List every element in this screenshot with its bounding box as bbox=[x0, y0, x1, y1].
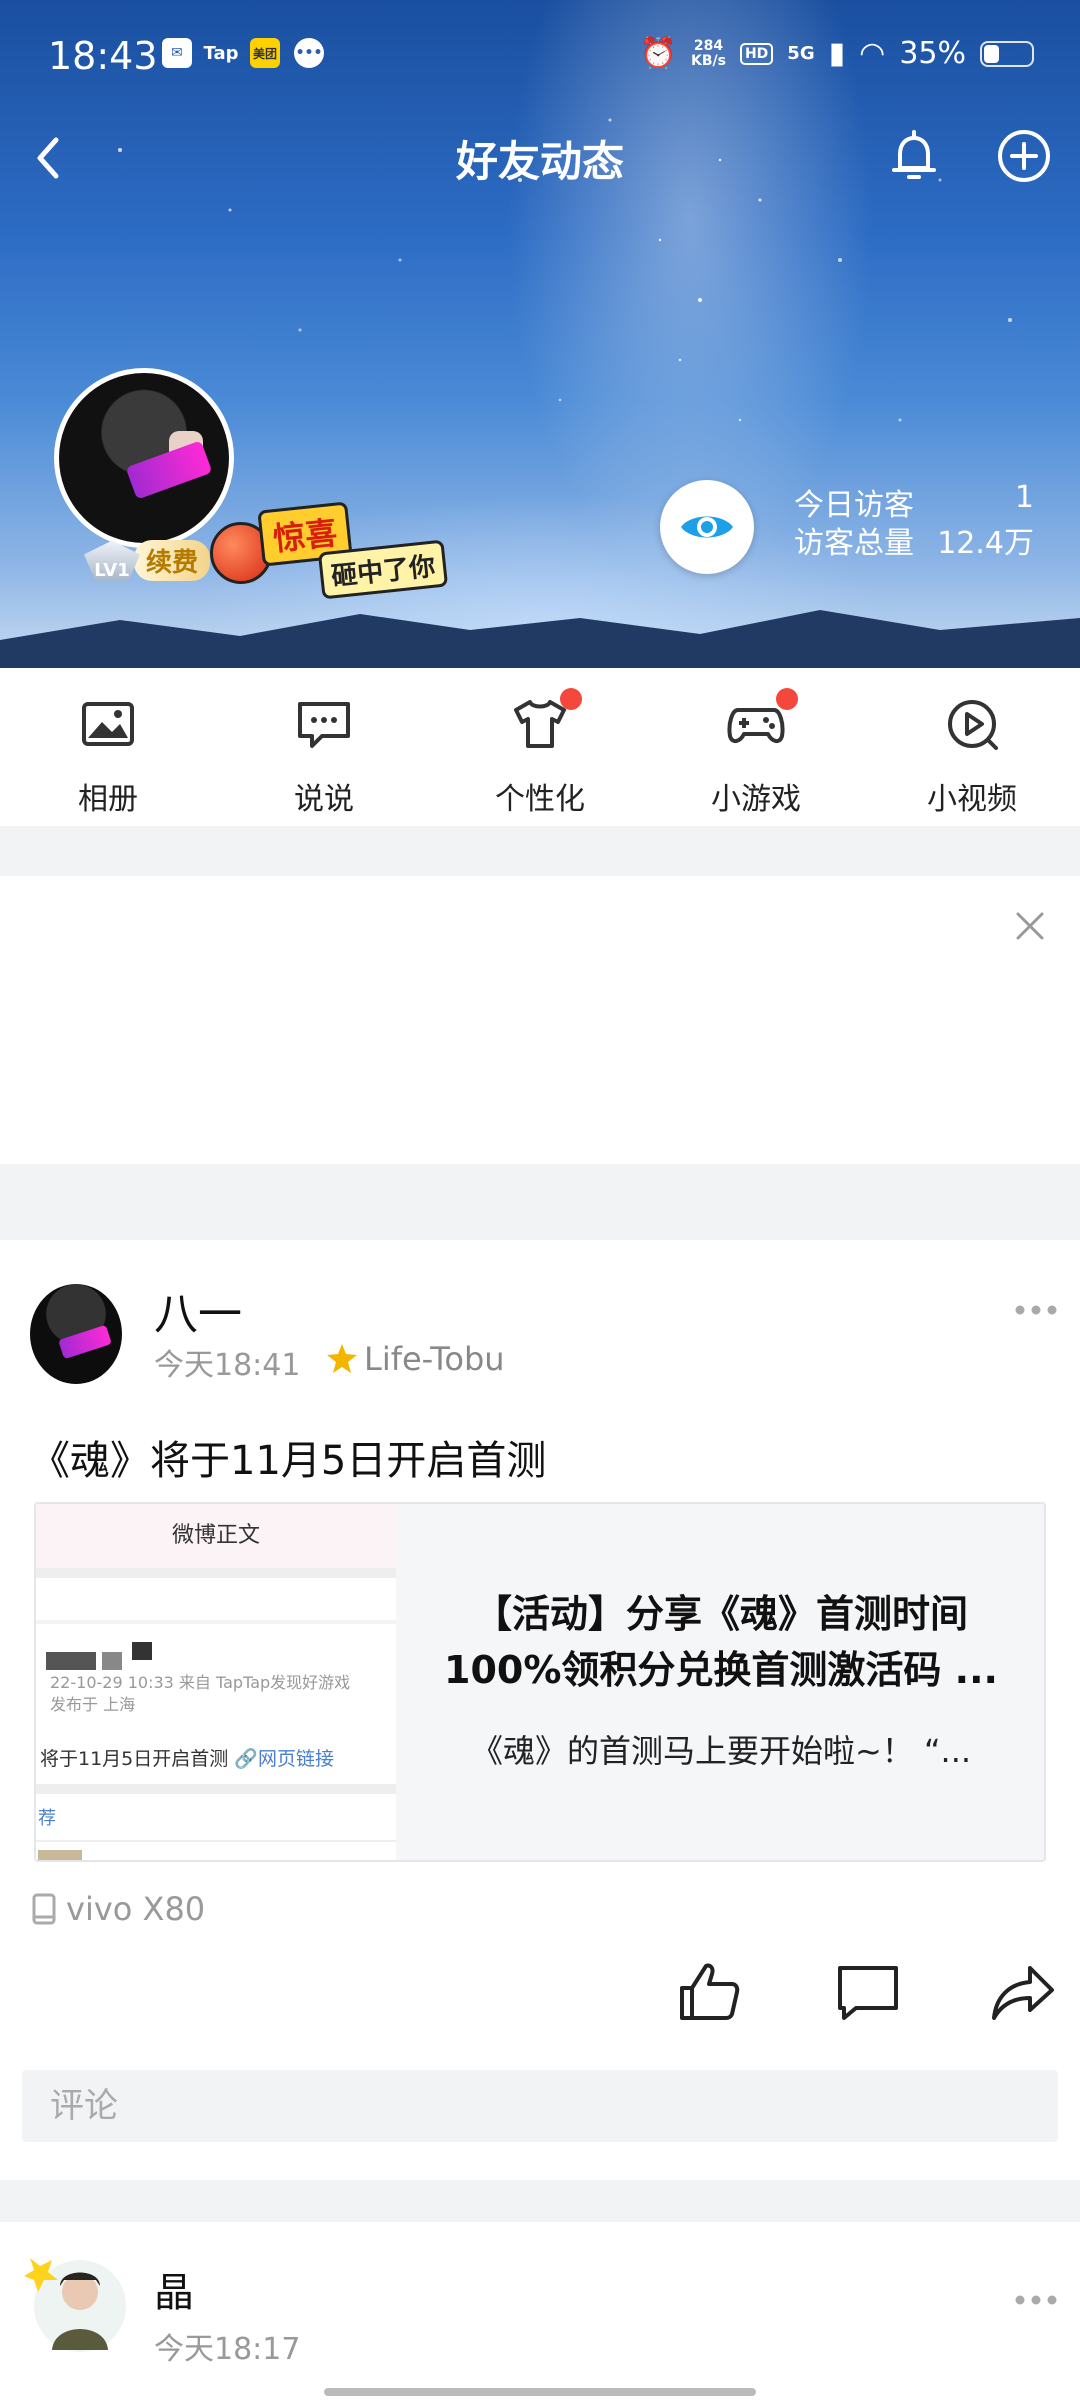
device-label: vivo X80 bbox=[30, 1890, 205, 1928]
author-avatar[interactable] bbox=[24, 2246, 128, 2356]
feed-post: 八一 今天18:41 Life-Tobu 《魂》将于11月5日开启首测 微博正文… bbox=[0, 1240, 1080, 2180]
add-circle-icon[interactable] bbox=[992, 124, 1056, 188]
star-icon bbox=[327, 1344, 357, 1373]
post-time: 今天18:41 bbox=[154, 1348, 301, 1383]
surprise-banner[interactable]: 惊喜 砸中了你 bbox=[200, 500, 470, 600]
taptap-icon: Tap bbox=[203, 42, 239, 64]
clock: 18:43 bbox=[48, 34, 158, 78]
message-bubble-icon bbox=[298, 702, 350, 748]
quick-item-short-video[interactable]: 小视频 bbox=[892, 692, 1052, 818]
quick-menu: 相册 说说 个性化 小游戏 小视频 bbox=[0, 668, 1080, 826]
vip-level-badge[interactable]: LV1 续费 bbox=[84, 540, 211, 581]
battery-icon bbox=[980, 40, 1034, 67]
ad-slot bbox=[0, 876, 1080, 1164]
post-text: 《魂》将于11月5日开启首测 bbox=[30, 1438, 547, 1484]
more-options-icon[interactable] bbox=[1014, 2290, 1058, 2310]
meituan-icon: 美团 bbox=[250, 38, 280, 68]
signal-5g-icon: 5G bbox=[787, 43, 815, 64]
level-diamond: LV1 bbox=[84, 540, 140, 581]
close-icon[interactable] bbox=[1010, 906, 1050, 946]
notification-dot bbox=[776, 688, 798, 710]
home-indicator[interactable] bbox=[324, 2388, 756, 2396]
eye-icon[interactable] bbox=[660, 480, 754, 574]
comment-icon[interactable] bbox=[834, 1958, 902, 2026]
visitors-total: 访客总量 12.4万 bbox=[794, 526, 1034, 561]
link-title: 【活动】分享《魂》首测时间100%领积分兑换首测激活码 ... bbox=[444, 1592, 998, 1692]
notification-icons: ✉ Tap 美团 ••• bbox=[162, 38, 324, 68]
renew-label: 续费 bbox=[134, 540, 211, 581]
hd-icon: HD bbox=[739, 42, 774, 65]
phone-icon bbox=[32, 1893, 56, 1925]
feed-post: 晶 今天18:17 bbox=[0, 2222, 1080, 2400]
share-arrow-icon[interactable] bbox=[990, 1958, 1058, 2026]
more-options-icon[interactable] bbox=[1014, 1300, 1058, 1320]
author-name[interactable]: 晶 bbox=[154, 2260, 194, 2318]
shared-link-card[interactable]: 微博正文 22-10-29 10:33 来自 TapTap发现好游戏 发布于 上… bbox=[34, 1502, 1046, 1862]
quick-item-album[interactable]: 相册 bbox=[28, 692, 188, 818]
author-avatar[interactable] bbox=[30, 1284, 122, 1384]
network-speed: 284 KB/s bbox=[690, 37, 726, 69]
quick-item-shuoshuo[interactable]: 说说 bbox=[244, 692, 404, 818]
link-description: 《魂》的首测马上要开始啦~！ “... bbox=[470, 1732, 972, 1770]
chat-icon: ••• bbox=[294, 38, 324, 68]
mail-icon: ✉ bbox=[162, 38, 192, 68]
like-thumb-icon[interactable] bbox=[676, 1958, 744, 2026]
post-time: 今天18:17 bbox=[154, 2332, 301, 2367]
play-video-icon bbox=[948, 700, 998, 750]
system-indicators: ⏰ 284 KB/s HD 5G ▮ ◠ 35% bbox=[640, 36, 1034, 71]
comment-input[interactable]: 评论 bbox=[22, 2070, 1058, 2142]
author-tag[interactable]: Life-Tobu bbox=[324, 1340, 505, 1378]
link-thumbnail: 微博正文 22-10-29 10:33 来自 TapTap发现好游戏 发布于 上… bbox=[36, 1504, 396, 1860]
battery-percent: 35% bbox=[899, 36, 966, 71]
bell-icon[interactable] bbox=[882, 124, 946, 188]
alarm-icon: ⏰ bbox=[639, 36, 677, 71]
author-name[interactable]: 八一 bbox=[154, 1278, 242, 1342]
quick-item-minigames[interactable]: 小游戏 bbox=[676, 688, 836, 818]
nav-bar: 好友动态 bbox=[0, 110, 1080, 200]
status-bar: 18:43 ✉ Tap 美团 ••• ⏰ 284 KB/s HD 5G ▮ ◠ … bbox=[0, 0, 1080, 110]
visitor-stats[interactable]: 今日访客 1 访客总量 12.4万 bbox=[660, 470, 1060, 580]
profile-cover: 18:43 ✉ Tap 美团 ••• ⏰ 284 KB/s HD 5G ▮ ◠ … bbox=[0, 0, 1080, 668]
signal-bars-icon: ▮ bbox=[828, 36, 846, 71]
notification-dot bbox=[560, 688, 582, 710]
photo-album-icon bbox=[82, 702, 134, 746]
mountain-silhouette bbox=[0, 610, 1080, 668]
wifi-icon: ◠ bbox=[859, 36, 886, 71]
quick-item-personalize[interactable]: 个性化 bbox=[460, 688, 620, 818]
